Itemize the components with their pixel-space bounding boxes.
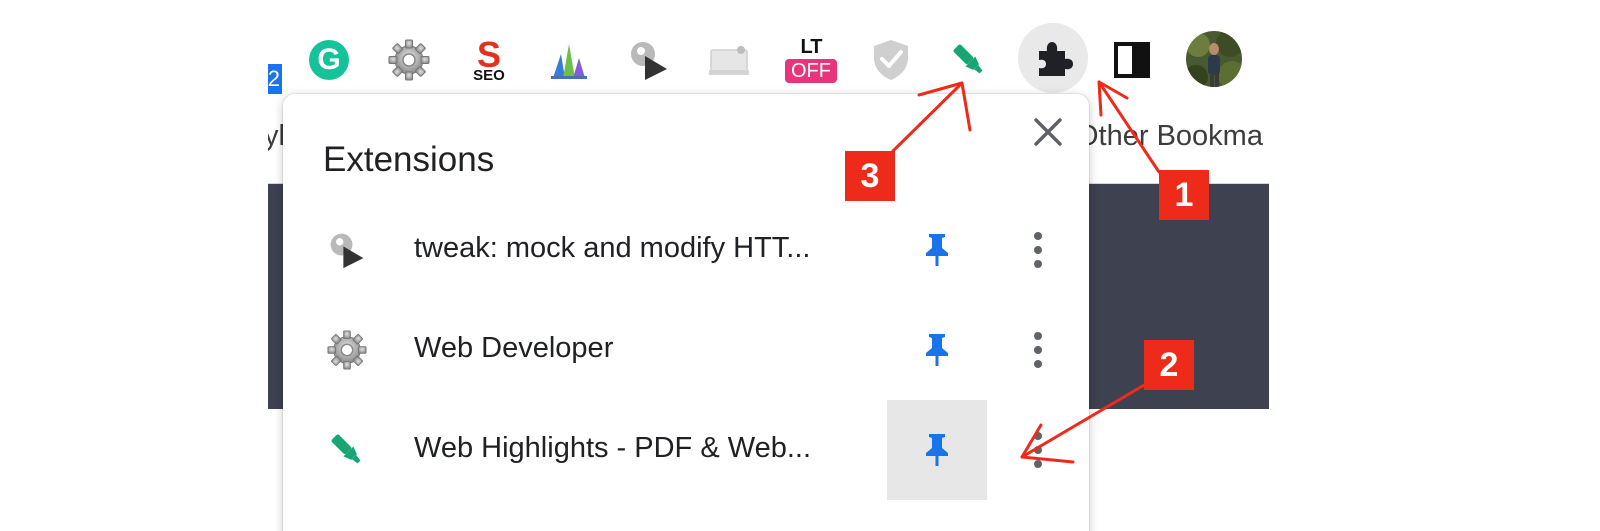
more-vert-icon [1034,332,1042,368]
more-options-button[interactable] [1020,330,1056,370]
extension-name: Web Developer [414,332,614,364]
pin-button[interactable] [887,200,987,300]
close-button[interactable] [1030,114,1066,150]
extensions-puzzle-button[interactable] [1018,23,1088,93]
highlighter-icon[interactable] [945,36,993,84]
pin-icon [926,334,948,366]
tweak-play-icon[interactable] [625,36,673,84]
popup-title: Extensions [323,140,495,179]
more-options-button[interactable] [1020,430,1056,470]
pin-icon [926,434,948,466]
extension-row-tweak[interactable]: tweak: mock and modify HTT... [283,200,1089,300]
more-options-button[interactable] [1020,230,1056,270]
grammarly-icon[interactable]: G [305,36,353,84]
shield-check-icon[interactable] [867,36,915,84]
bar-chart-extension-icon[interactable] [545,36,593,84]
tweak-play-icon [327,230,367,270]
profile-avatar[interactable] [1185,30,1243,88]
web-developer-gear-icon[interactable] [385,36,433,84]
callout-1: 1 [1159,170,1209,220]
extension-name: tweak: mock and modify HTT... [414,232,811,264]
seo-label: SEO [473,67,505,83]
seo-icon[interactable]: S SEO [465,36,513,84]
extension-name: Web Highlights - PDF & Web... [414,432,812,464]
side-panel-icon[interactable] [1108,36,1156,84]
browser-window: 2 G S SEO LT OFF yl Other Bookma Extensi… [268,0,1269,531]
gear-icon [388,39,430,81]
extension-row-web-developer[interactable]: Web Developer [283,300,1089,400]
device-extension-icon[interactable] [705,36,753,84]
more-vert-icon [1034,232,1042,268]
puzzle-icon [1039,42,1073,76]
gear-icon [327,330,367,370]
extension-row-web-highlights[interactable]: Web Highlights - PDF & Web... [283,400,1089,500]
pin-button[interactable] [887,300,987,400]
highlighter-icon [327,430,367,470]
other-bookmarks[interactable]: Other Bookma [1076,120,1263,153]
lt-off-badge: OFF [785,59,837,83]
more-vert-icon [1034,432,1042,468]
extensions-popup: Extensions tweak: mock and modify HTT... [283,94,1089,531]
pin-button[interactable] [887,400,987,500]
close-icon [1034,118,1062,146]
callout-2: 2 [1144,340,1194,390]
lt-label: LT [800,36,823,58]
callout-3: 3 [845,151,895,201]
pin-icon [926,234,948,266]
tab-count-badge: 2 [268,64,282,94]
languagetool-icon[interactable]: LT OFF [782,36,840,84]
